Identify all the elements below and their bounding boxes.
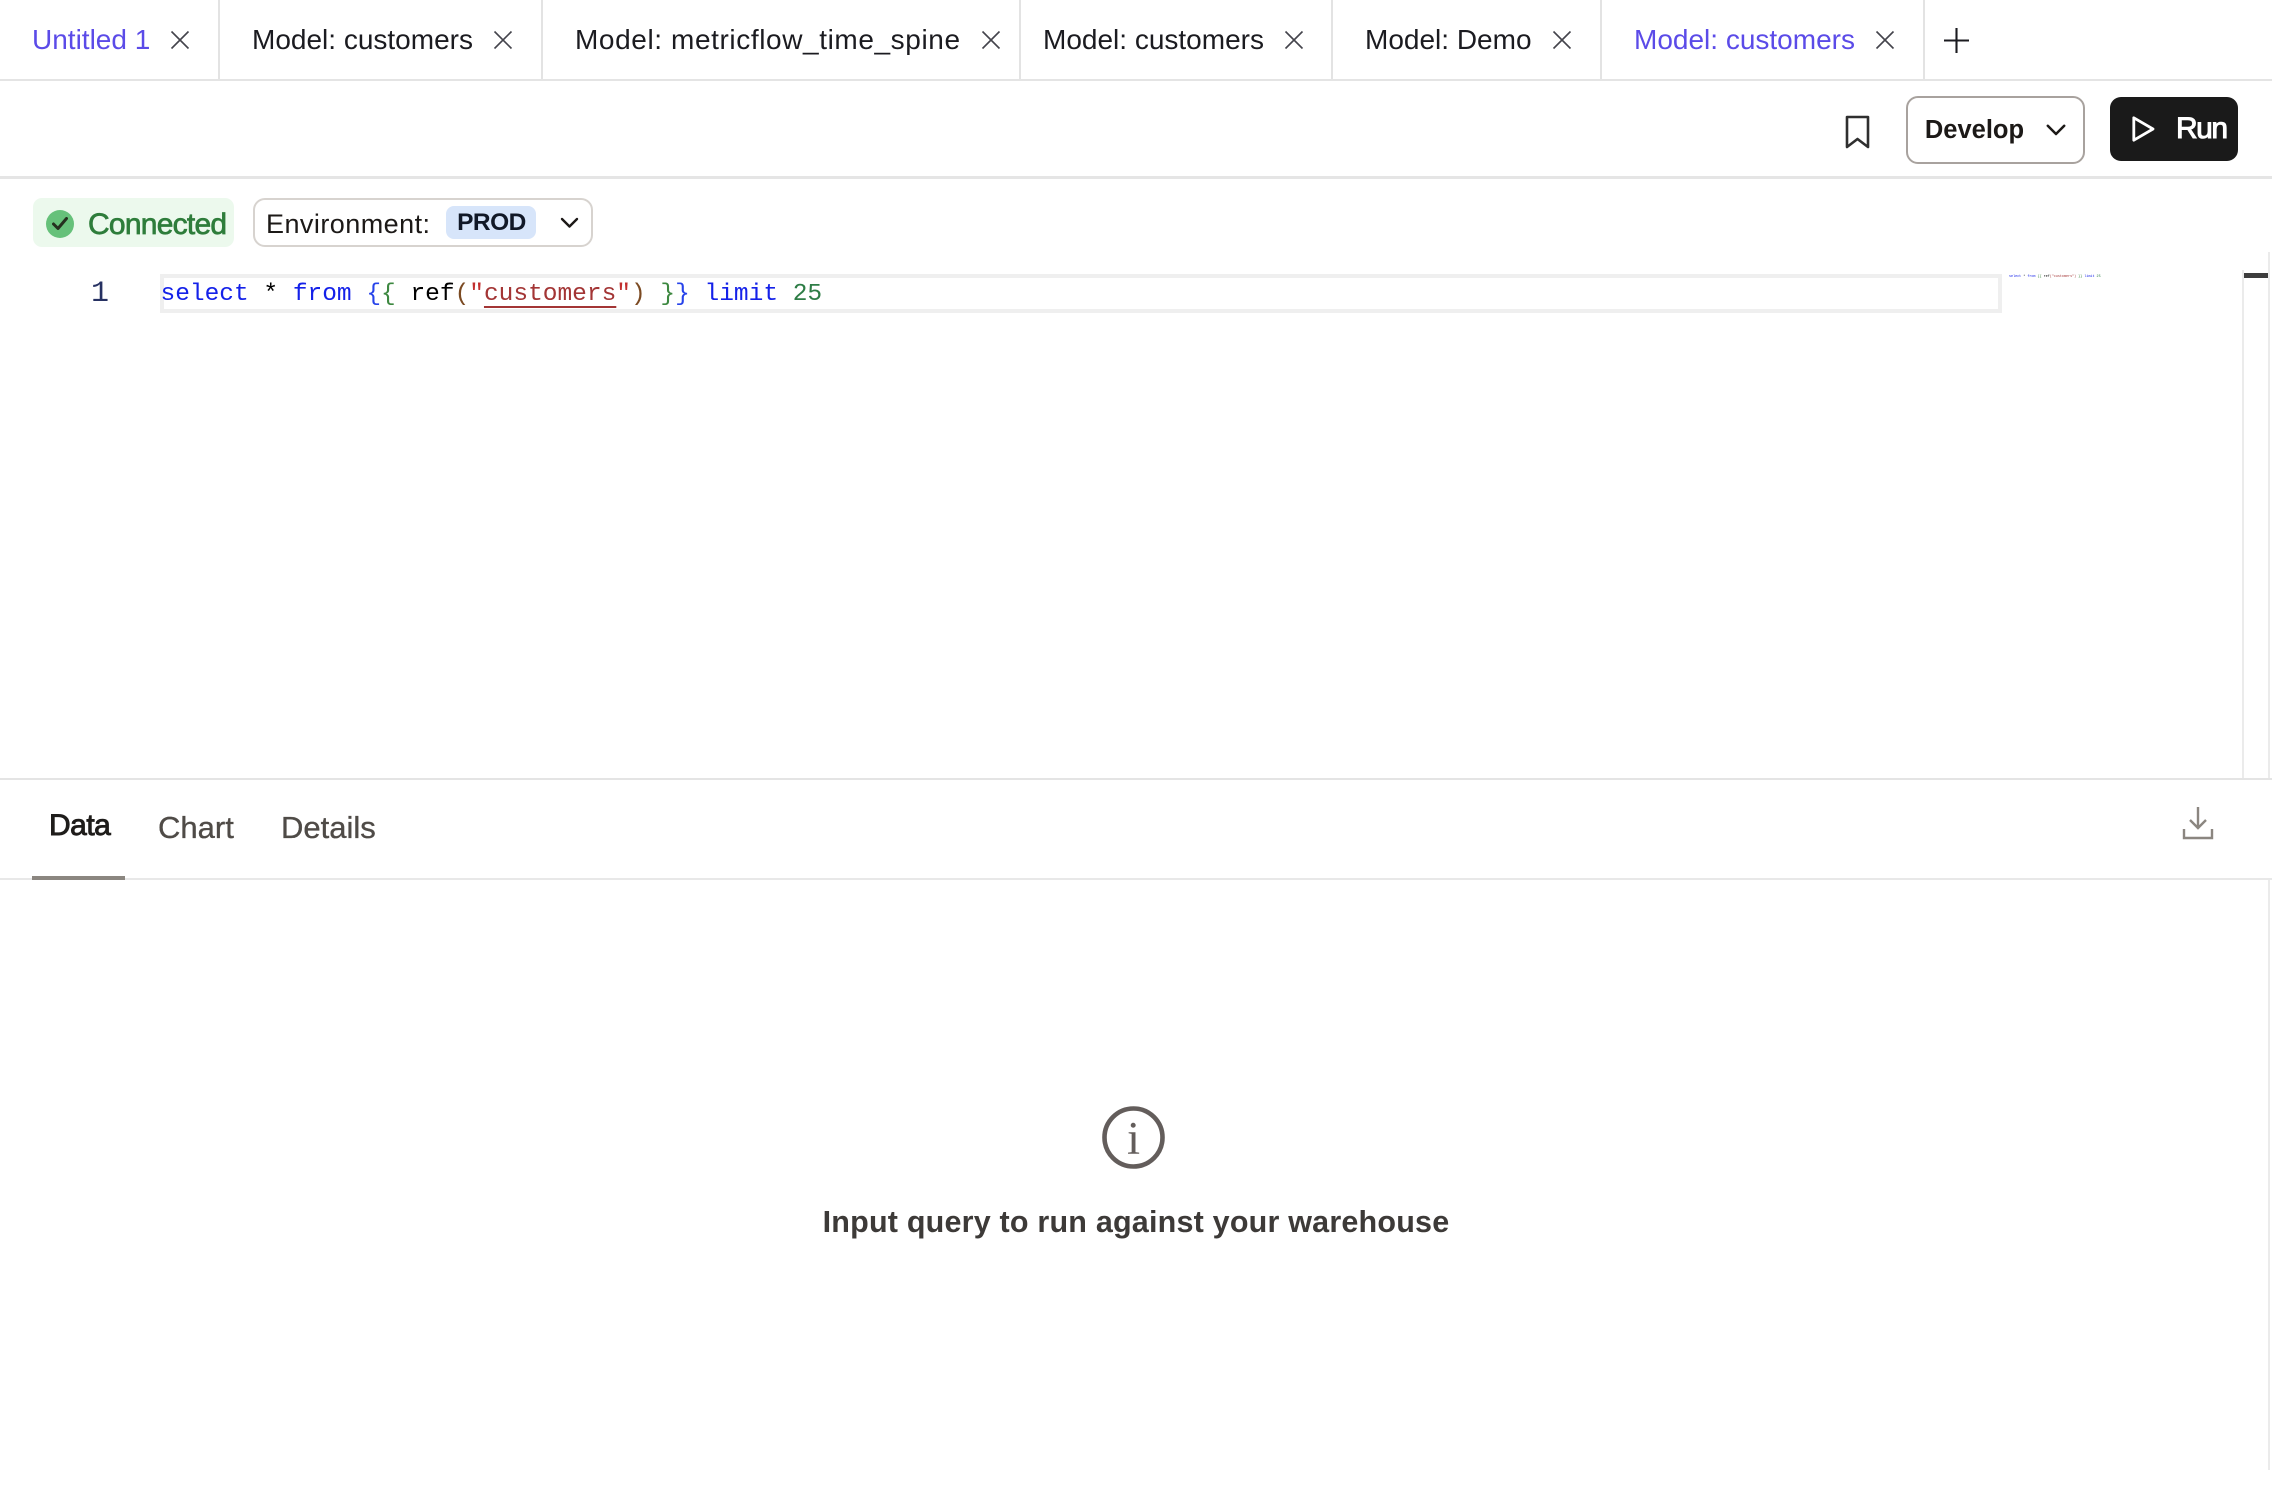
svg-text:select * from {{ ref("customer: select * from {{ ref("customers") }} lim… [2009,274,2101,279]
svg-text:i: i [1127,1113,1140,1165]
